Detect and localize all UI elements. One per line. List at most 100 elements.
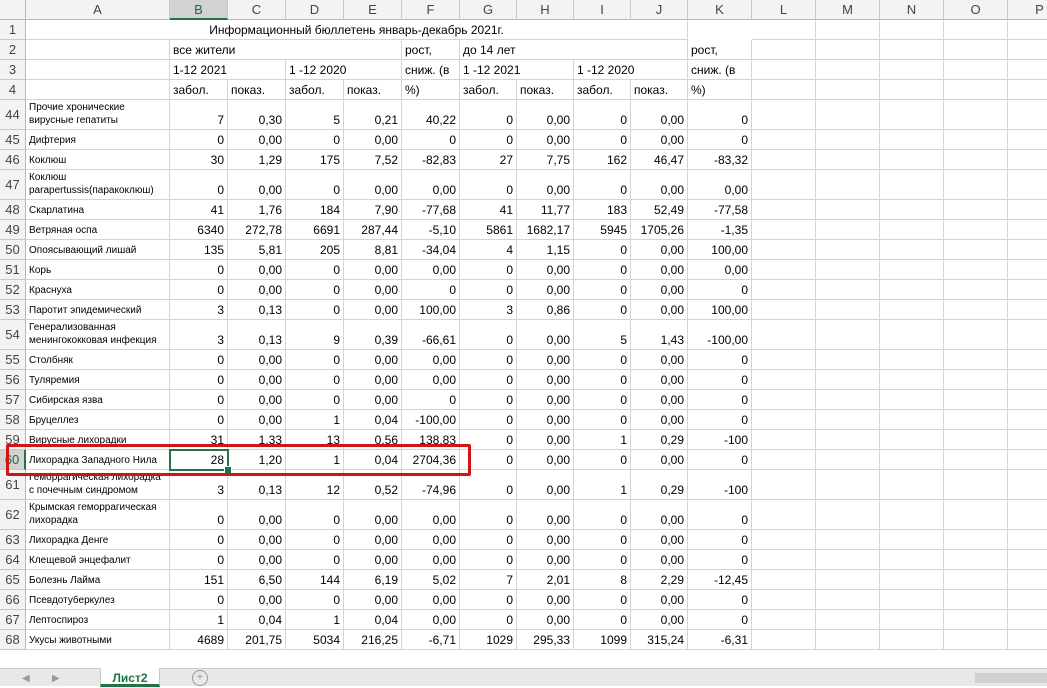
value-cell[interactable]: 7,90 xyxy=(344,200,402,220)
empty-cell[interactable] xyxy=(880,500,944,530)
empty-cell[interactable] xyxy=(752,300,816,320)
value-cell[interactable]: 138,83 xyxy=(402,430,460,450)
disease-name[interactable]: Сибирская язва xyxy=(26,390,170,410)
empty-cell[interactable] xyxy=(880,630,944,650)
empty-cell[interactable] xyxy=(944,60,1008,80)
value-cell[interactable]: 1 xyxy=(286,450,344,470)
value-cell[interactable]: 205 xyxy=(286,240,344,260)
empty-cell[interactable] xyxy=(816,530,880,550)
value-cell[interactable]: 0,00 xyxy=(631,370,688,390)
value-cell[interactable]: 0 xyxy=(574,550,631,570)
empty-cell[interactable] xyxy=(880,350,944,370)
value-cell[interactable]: 5 xyxy=(574,320,631,350)
empty-cell[interactable] xyxy=(816,20,880,40)
value-cell[interactable]: 3 xyxy=(460,300,517,320)
value-cell[interactable]: 100,00 xyxy=(688,300,752,320)
value-cell[interactable]: -12,45 xyxy=(688,570,752,590)
value-cell[interactable]: 0,52 xyxy=(344,470,402,500)
empty-cell[interactable] xyxy=(816,300,880,320)
empty-cell[interactable] xyxy=(752,100,816,130)
value-cell[interactable]: 0 xyxy=(460,390,517,410)
empty-cell[interactable] xyxy=(1008,450,1047,470)
column-header-l[interactable]: L xyxy=(752,0,816,20)
value-cell[interactable]: 0,00 xyxy=(228,170,286,200)
value-cell[interactable]: 1 xyxy=(170,610,228,630)
empty-cell[interactable] xyxy=(816,80,880,100)
column-header-k[interactable]: K xyxy=(688,0,752,20)
empty-cell[interactable] xyxy=(944,610,1008,630)
value-cell[interactable]: 0 xyxy=(170,500,228,530)
value-cell[interactable]: 0,04 xyxy=(344,410,402,430)
disease-name[interactable]: Туляремия xyxy=(26,370,170,390)
column-header-a[interactable]: A xyxy=(26,0,170,20)
value-cell[interactable]: 0,00 xyxy=(517,390,574,410)
empty-cell[interactable] xyxy=(880,150,944,170)
header-rate[interactable]: показ. xyxy=(631,80,688,100)
value-cell[interactable]: 1 xyxy=(286,610,344,630)
value-cell[interactable]: 7,52 xyxy=(344,150,402,170)
value-cell[interactable]: -100,00 xyxy=(402,410,460,430)
empty-cell[interactable] xyxy=(752,570,816,590)
value-cell[interactable]: 1,33 xyxy=(228,430,286,450)
row-header-64[interactable]: 64 xyxy=(0,550,26,570)
empty-cell[interactable] xyxy=(752,280,816,300)
disease-name[interactable]: Скарлатина xyxy=(26,200,170,220)
disease-name[interactable]: Крымская геморрагическая лихорадка xyxy=(26,500,170,530)
value-cell[interactable]: 0 xyxy=(460,500,517,530)
empty-cell[interactable] xyxy=(1008,350,1047,370)
disease-name[interactable]: Вирусные лихорадки xyxy=(26,430,170,450)
empty-cell[interactable] xyxy=(752,20,816,40)
empty-cell[interactable] xyxy=(1008,590,1047,610)
empty-cell[interactable] xyxy=(1008,370,1047,390)
value-cell[interactable]: 0,00 xyxy=(517,320,574,350)
empty-cell[interactable] xyxy=(816,150,880,170)
disease-name[interactable]: Лихорадка Западного Нила xyxy=(26,450,170,470)
value-cell[interactable]: 1,76 xyxy=(228,200,286,220)
empty-cell[interactable] xyxy=(816,410,880,430)
value-cell[interactable]: 0 xyxy=(170,280,228,300)
value-cell[interactable]: 1029 xyxy=(460,630,517,650)
empty-cell[interactable] xyxy=(752,220,816,240)
value-cell[interactable]: 0,00 xyxy=(517,100,574,130)
empty-cell[interactable] xyxy=(752,130,816,150)
value-cell[interactable]: 0,00 xyxy=(631,170,688,200)
column-header-c[interactable]: C xyxy=(228,0,286,20)
value-cell[interactable]: 0,00 xyxy=(517,170,574,200)
header-growth-1[interactable]: рост, xyxy=(402,40,460,60)
empty-cell[interactable] xyxy=(944,80,1008,100)
value-cell[interactable]: 0,00 xyxy=(344,530,402,550)
value-cell[interactable]: 0 xyxy=(688,130,752,150)
empty-cell[interactable] xyxy=(816,590,880,610)
row-header-54[interactable]: 54 xyxy=(0,320,26,350)
value-cell[interactable]: 0,00 xyxy=(344,350,402,370)
row-header-2[interactable]: 2 xyxy=(0,40,26,60)
value-cell[interactable]: 0,00 xyxy=(228,590,286,610)
empty-cell[interactable] xyxy=(880,200,944,220)
value-cell[interactable]: 135 xyxy=(170,240,228,260)
value-cell[interactable]: 0 xyxy=(402,390,460,410)
empty-cell[interactable] xyxy=(880,320,944,350)
empty-cell[interactable] xyxy=(880,240,944,260)
empty-cell[interactable] xyxy=(1008,320,1047,350)
empty-cell[interactable] xyxy=(752,370,816,390)
disease-name[interactable]: Коклюш parapertussis(паракоклюш) xyxy=(26,170,170,200)
value-cell[interactable]: 0,00 xyxy=(402,550,460,570)
column-header-d[interactable]: D xyxy=(286,0,344,20)
value-cell[interactable]: 0 xyxy=(460,280,517,300)
value-cell[interactable]: 0,00 xyxy=(228,280,286,300)
column-header-j[interactable]: J xyxy=(631,0,688,20)
empty-cell[interactable] xyxy=(1008,170,1047,200)
value-cell[interactable]: 1 xyxy=(574,430,631,450)
value-cell[interactable]: 1705,26 xyxy=(631,220,688,240)
value-cell[interactable]: 0 xyxy=(574,350,631,370)
empty-cell[interactable] xyxy=(880,260,944,280)
value-cell[interactable]: 0,29 xyxy=(631,470,688,500)
empty-cell[interactable] xyxy=(752,450,816,470)
empty-cell[interactable] xyxy=(816,630,880,650)
empty-cell[interactable] xyxy=(944,550,1008,570)
value-cell[interactable]: 0 xyxy=(286,280,344,300)
value-cell[interactable]: 0 xyxy=(460,370,517,390)
empty-cell[interactable] xyxy=(880,430,944,450)
column-header-i[interactable]: I xyxy=(574,0,631,20)
empty-cell[interactable] xyxy=(752,530,816,550)
